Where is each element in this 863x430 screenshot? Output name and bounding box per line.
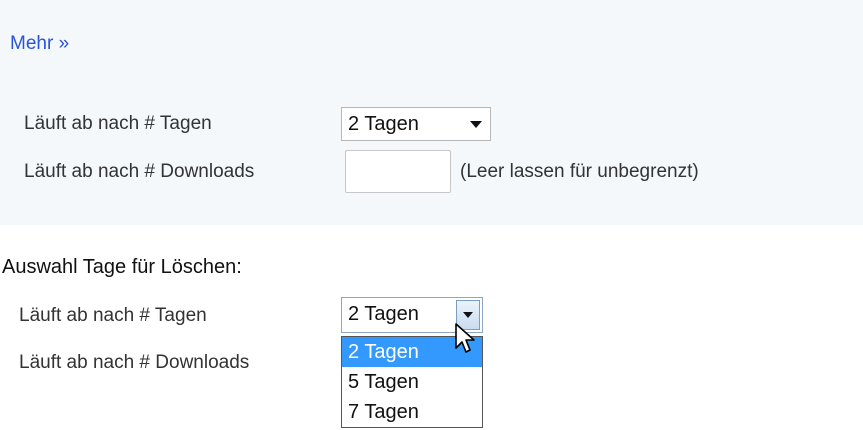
settings-panel: Mehr » Läuft ab nach # Tagen 2 Tagen Läu… xyxy=(0,0,863,225)
section-caption: Auswahl Tage für Löschen: xyxy=(2,256,242,278)
chevron-down-icon xyxy=(470,121,482,128)
more-link[interactable]: Mehr » xyxy=(10,33,69,55)
demo-expire-days-label: Läuft ab nach # Tagen xyxy=(19,305,207,326)
expire-days-label: Läuft ab nach # Tagen xyxy=(24,113,212,134)
dropdown-option[interactable]: 7 Tagen xyxy=(342,397,482,427)
demo-selected-value: 2 Tagen xyxy=(348,303,419,325)
dropdown-option[interactable]: 5 Tagen xyxy=(342,367,482,397)
mouse-pointer-icon xyxy=(455,323,475,353)
expire-days-select[interactable]: 2 Tagen xyxy=(341,107,491,141)
expire-days-selected-value: 2 Tagen xyxy=(348,113,419,135)
expire-downloads-hint: (Leer lassen für unbegrenzt) xyxy=(460,161,699,182)
expire-downloads-label: Läuft ab nach # Downloads xyxy=(24,161,255,182)
demo-expire-downloads-label: Läuft ab nach # Downloads xyxy=(19,352,250,373)
expire-downloads-input[interactable] xyxy=(345,150,451,193)
chevron-down-icon xyxy=(463,312,473,318)
